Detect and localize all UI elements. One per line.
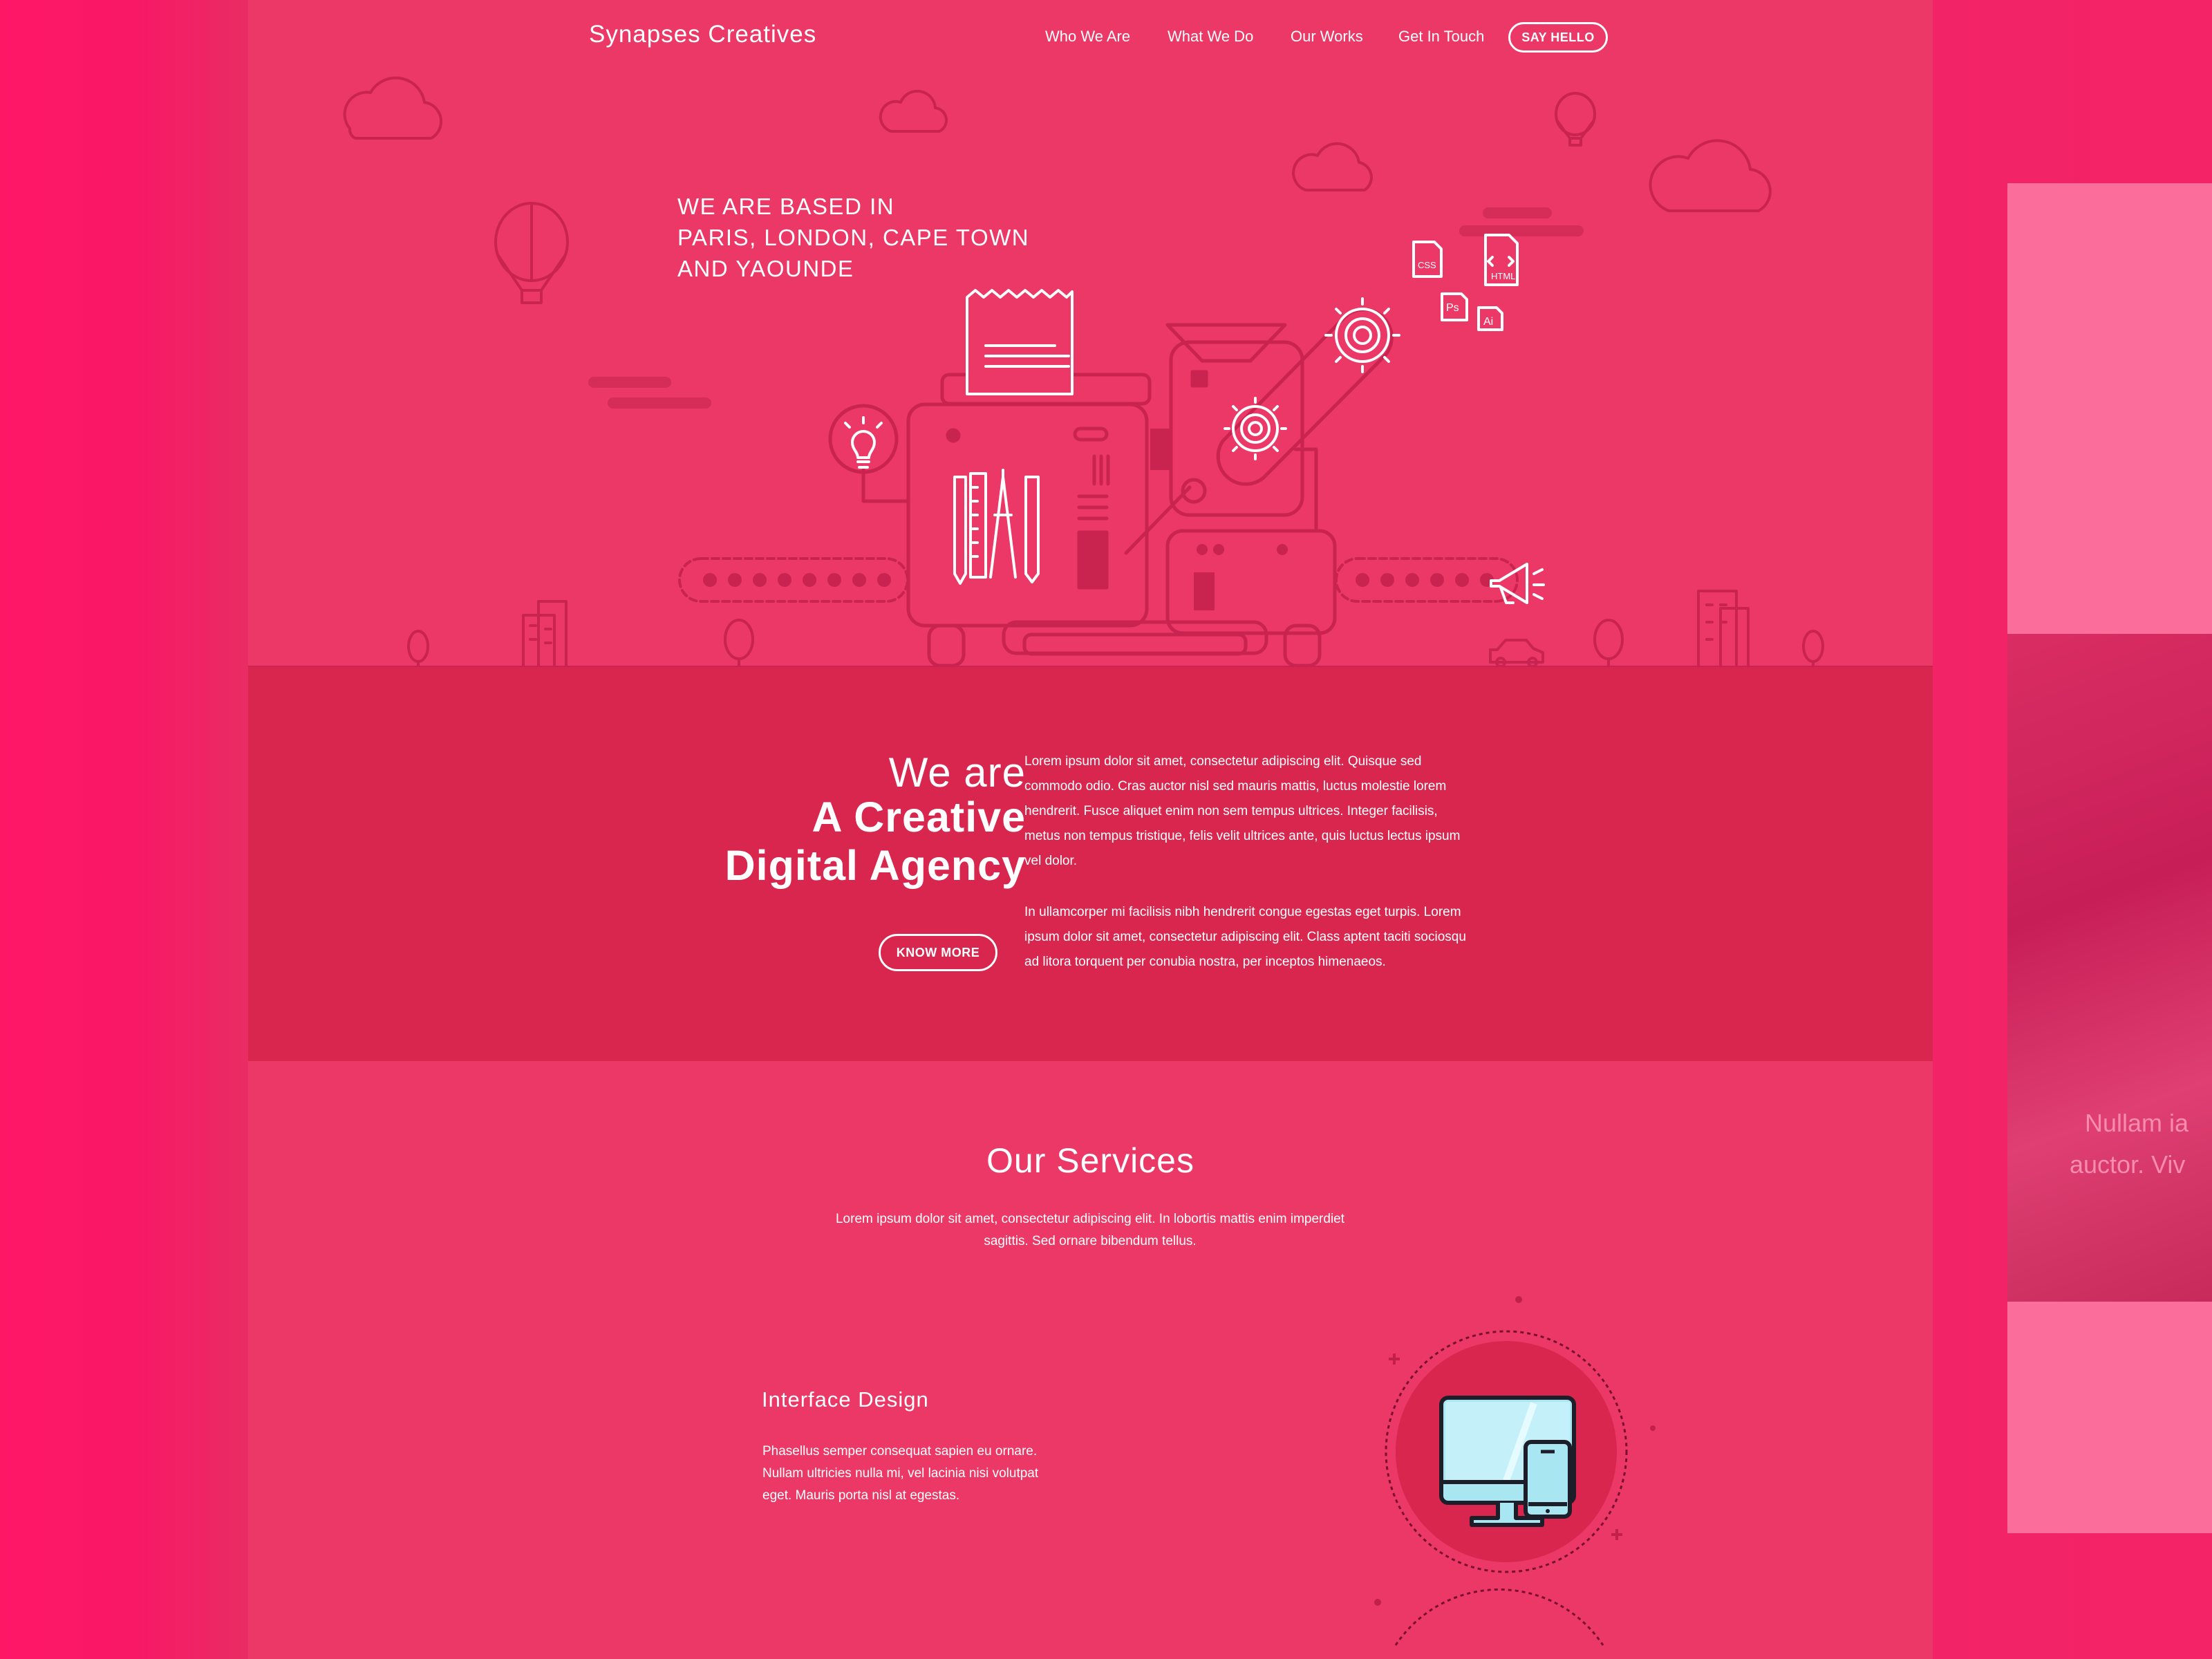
balloon-icon [494,202,569,304]
about-paragraph-2: In ullamcorper mi facilisis nibh hendrer… [1024,900,1529,975]
css-label: CSS [1418,260,1436,270]
cloud-icon [879,89,948,133]
pencil-ruler-icon [953,469,1040,585]
text-line: sagittis. Sed ornare bibendum tellus. [984,1234,1197,1248]
gear-icon [1324,297,1400,373]
text-line: ipsum dolor sit amet, consectetur adipis… [1024,930,1466,944]
ai-label: Ai [1483,316,1493,328]
service-illustration [1374,1296,1656,1646]
hero-illustration: CSS HTML Ps Ai [248,76,1933,671]
side-preview-panel: Nullam ia auctor. Viv [2007,183,2212,1533]
text-line: Lorem ipsum dolor sit amet, consectetur … [835,1212,1345,1226]
text-line: commodo odio. Cras auctor nisl sed mauri… [1024,779,1447,794]
receipt-icon [966,289,1074,395]
preview-block [2007,1302,2212,1533]
know-more-button[interactable]: KNOW MORE [879,934,997,971]
megaphone-icon [1490,563,1545,604]
text-line: In ullamcorper mi facilisis nibh hendrer… [1024,905,1461,919]
building-icon [522,600,568,668]
service-description: Phasellus semper consequat sapien eu orn… [762,1441,1080,1507]
preview-image [2007,634,2212,1302]
about-heading-line3: Digital Agency [724,842,1026,889]
text-line: hendrerit. Fusce aliquet enim non sem te… [1024,804,1438,818]
tree-icon [724,619,754,671]
preview-block [2007,183,2212,634]
text-line: Phasellus semper consequat sapien eu orn… [762,1444,1038,1459]
building-icon [1697,590,1750,668]
css-file-icon [1412,241,1443,278]
lightbulb-icon [844,416,883,469]
tree-icon [1593,619,1624,671]
gear-icon [1224,397,1287,460]
site-logo[interactable]: Synapses Creatives [589,21,816,48]
nav-get-in-touch[interactable]: Get In Touch [1398,28,1484,46]
text-line: eget. Mauris porta nisl at egestas. [762,1488,960,1503]
preview-text: Nullam ia auctor. Viv [2070,1103,2212,1185]
ps-label: Ps [1446,302,1459,314]
cloud-icon [343,76,443,140]
about-heading-line2: A Creative [812,794,1026,841]
landing-page: CSS HTML Ps Ai Synapses Creatives Who We… [248,0,1933,1659]
machine-illustration [828,308,1394,668]
say-hello-button[interactable]: SAY HELLO [1508,22,1608,53]
tree-icon [1802,630,1824,671]
services-heading: Our Services [986,1141,1194,1180]
html-label: HTML [1491,271,1515,281]
service-title: Interface Design [762,1387,929,1412]
tree-icon [407,630,429,671]
hero-location-line: AND YAOUNDE [677,256,854,281]
text-line: auctor. Viv [2070,1150,2186,1179]
text-line: Nullam ia [2085,1109,2189,1137]
nav-our-works[interactable]: Our Works [1291,28,1363,46]
cloud-icon [1292,142,1373,191]
nav-what-we-do[interactable]: What We Do [1168,28,1253,46]
text-line: vel dolor. [1024,854,1078,868]
services-subtitle: Lorem ipsum dolor sit amet, consectetur … [814,1208,1367,1253]
nav-who-we-are[interactable]: Who We Are [1045,28,1130,46]
text-line: ad litora torquent per conubia nostra, p… [1024,955,1386,969]
hero-location-line: WE ARE BASED IN [677,194,895,219]
about-paragraph-1: Lorem ipsum dolor sit amet, consectetur … [1024,749,1529,874]
about-heading-line1: We are [888,749,1026,796]
hero-location-line: PARIS, LONDON, CAPE TOWN [677,225,1030,250]
cloud-icon [1649,139,1772,212]
text-line: Nullam ultricies nulla mi, vel lacinia n… [762,1466,1039,1481]
text-line: Lorem ipsum dolor sit amet, consectetur … [1024,754,1422,769]
balloon-icon [1555,92,1596,147]
text-line: metus non tempus tristique, felis velit … [1024,829,1461,843]
